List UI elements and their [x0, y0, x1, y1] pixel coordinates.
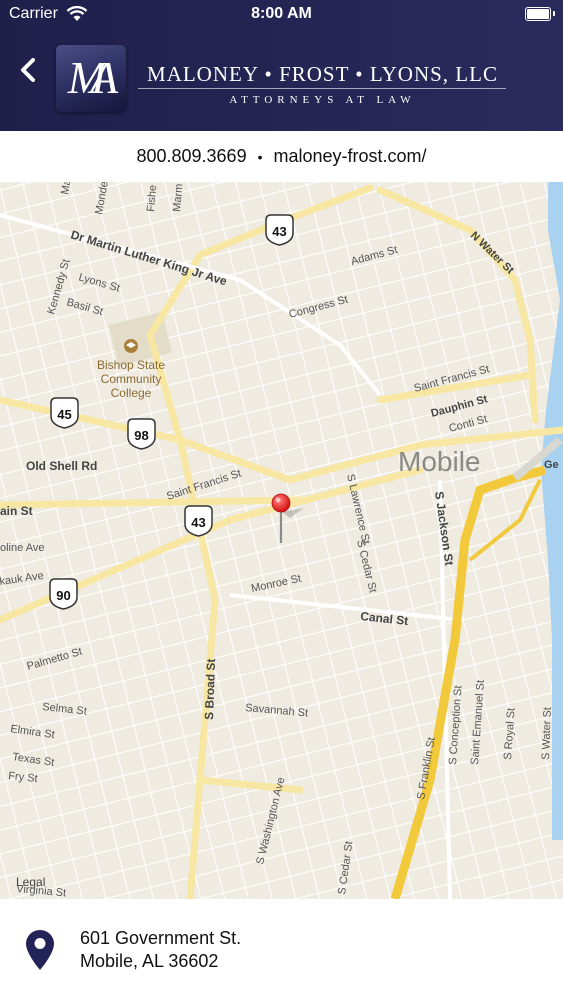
- contact-separator: •: [257, 149, 263, 166]
- firm-name: MALONEY • FROST • LYONS, LLC: [147, 62, 498, 86]
- logo-monogram: MA: [67, 52, 118, 103]
- app-header: Carrier 8:00 AM MA MALONEY • FROST • LYO…: [0, 0, 563, 131]
- battery-icon: [525, 7, 551, 21]
- website-link[interactable]: maloney-frost.com/: [273, 146, 426, 166]
- city-label: Mobile: [398, 446, 480, 477]
- landmark-label-line1: Bishop State: [97, 358, 165, 372]
- shield-label: 90: [56, 588, 70, 603]
- street-label: oline Ave: [0, 542, 44, 554]
- firm-logo: MA: [56, 45, 126, 112]
- back-chevron-icon[interactable]: [14, 52, 42, 88]
- shield-label: 45: [57, 407, 71, 422]
- firm-divider: [138, 88, 506, 89]
- route-shield-98: 98: [127, 418, 156, 450]
- street-label: S Water St: [540, 707, 554, 760]
- route-shield-90: 90: [49, 578, 78, 610]
- map-canvas[interactable]: 43 45 98 43 90 Dr Martin Luther King Jr …: [0, 182, 563, 899]
- street-label: Fishe: [145, 184, 159, 212]
- route-shield-43-north: 43: [265, 214, 294, 246]
- battery-cap: [553, 11, 555, 16]
- street-label: Marm: [171, 183, 185, 212]
- address-line-1: 601 Government St.: [80, 928, 242, 948]
- status-bar: Carrier 8:00 AM: [0, 0, 563, 30]
- landmark-label-line3: College: [111, 386, 152, 400]
- phone-link[interactable]: 800.809.3669: [136, 146, 246, 166]
- route-shield-43-south: 43: [184, 505, 213, 537]
- street-label: S Broad St: [202, 658, 218, 720]
- clock: 8:00 AM: [251, 5, 312, 22]
- firm-subtitle: ATTORNEYS AT LAW: [229, 94, 416, 106]
- street-label: ain St: [0, 504, 33, 518]
- legal-link[interactable]: Legal: [16, 875, 45, 889]
- route-shield-45: 45: [50, 397, 79, 429]
- street-label: Old Shell Rd: [26, 459, 97, 473]
- map-marker-icon: [26, 930, 54, 970]
- address-line-2: Mobile, AL 36602: [80, 951, 219, 971]
- address-bar: [0, 899, 563, 1000]
- shield-label: 98: [134, 428, 148, 443]
- contact-bar: 800.809.3669 • maloney-frost.com/: [0, 131, 563, 183]
- street-label: Ge: [544, 459, 559, 471]
- shield-label: 43: [191, 515, 205, 530]
- map-view[interactable]: 43 45 98 43 90 Dr Martin Luther King Jr …: [0, 182, 563, 899]
- shield-label: 43: [272, 224, 286, 239]
- landmark-label-line2: Community: [101, 372, 162, 386]
